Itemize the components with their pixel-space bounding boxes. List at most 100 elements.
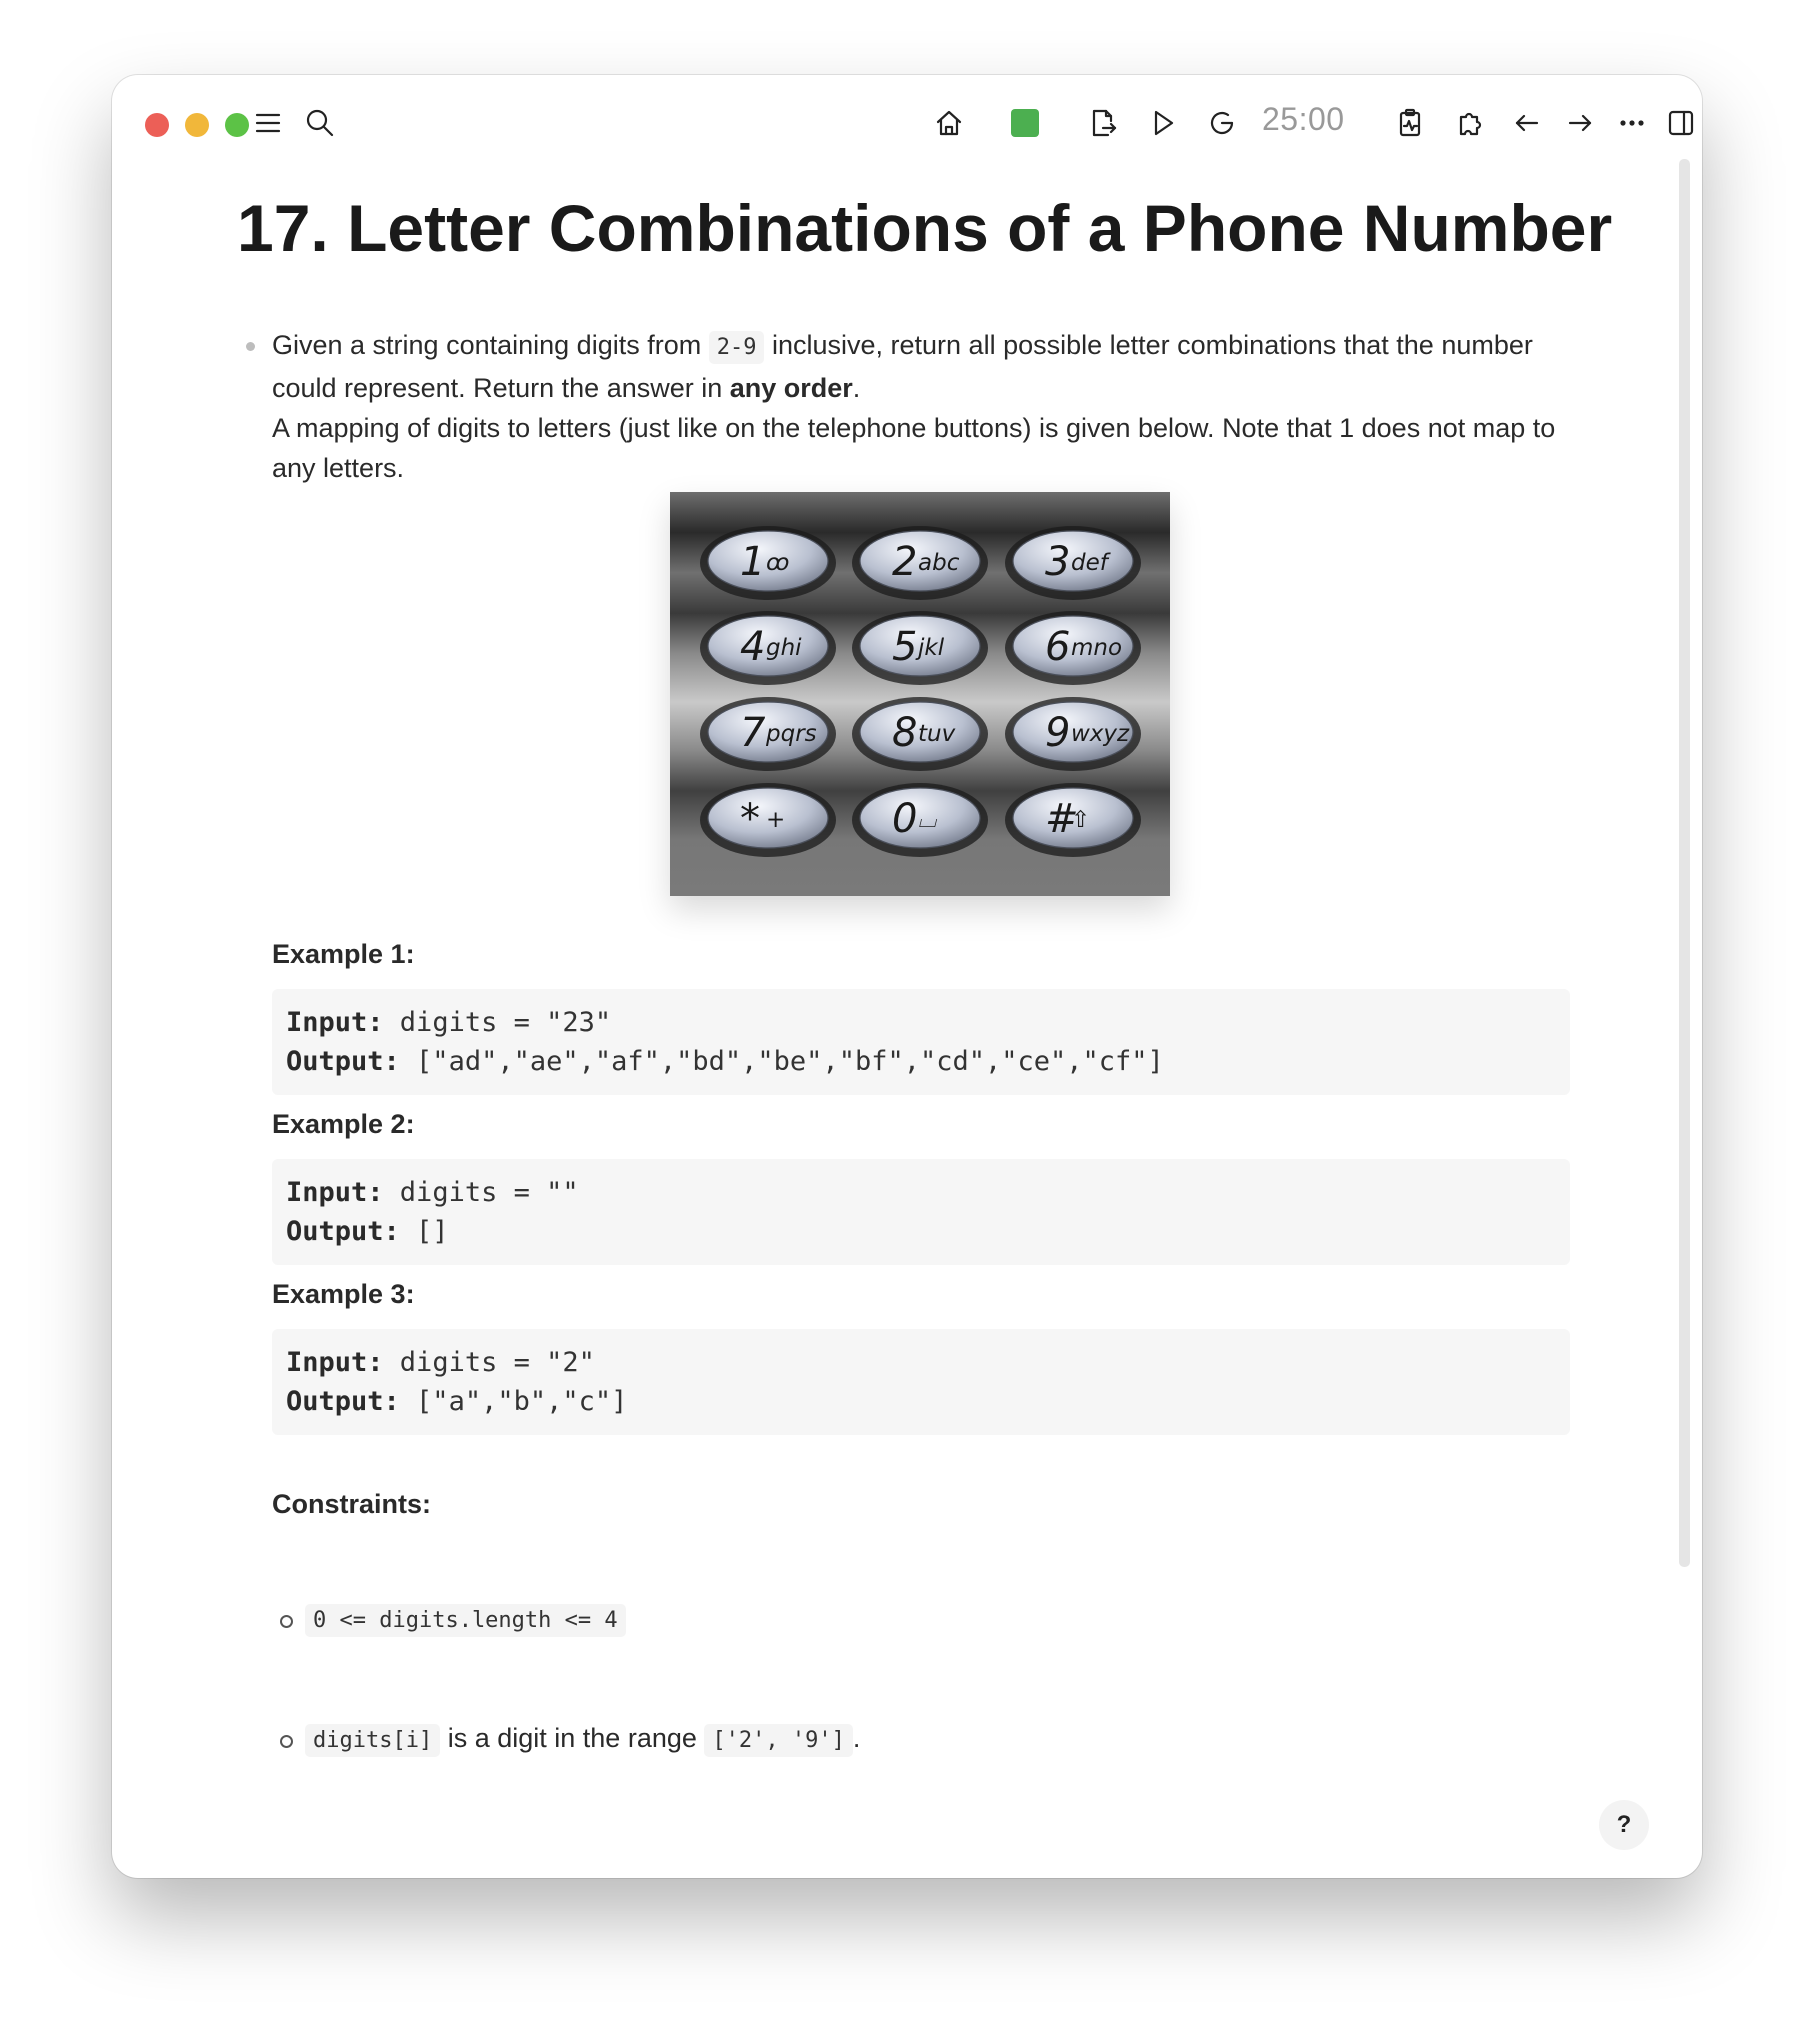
keypad-key-hash: #⇧ [1005,783,1141,857]
menu-icon[interactable] [248,103,288,143]
inline-code: 2-9 [708,331,765,364]
key-digit: 2 [892,539,917,585]
key-letters: def [1071,550,1111,576]
circle-bullet [280,1615,293,1628]
play-icon[interactable] [1143,103,1183,143]
example-2-output-line: Output: [] [286,1212,1556,1251]
example-3-output-line: Output: ["a","b","c"] [286,1382,1556,1421]
maximize-window-button[interactable] [225,113,249,137]
problem-description: Given a string containing digits from 2-… [272,325,1562,488]
home-icon[interactable] [929,103,969,143]
constraint-1: 0 <= digits.length <= 4 [305,1603,626,1637]
key-digit: 7 [740,710,766,756]
example-2-code: Input: digits = "" Output: [] [272,1159,1570,1265]
example-2-input-line: Input: digits = "" [286,1173,1556,1212]
close-window-button[interactable] [145,113,169,137]
desc-bold-text: any order [729,373,853,403]
constraint-1-code: 0 <= digits.length <= 4 [305,1604,626,1637]
example-1-output-line: Output: ["ad","ae","af","bd","be","bf","… [286,1042,1556,1081]
key-letters: ⌴ [918,807,938,833]
example-3-input-line: Input: digits = "2" [286,1343,1556,1382]
example-1-code: Input: digits = "23" Output: ["ad","ae",… [272,989,1570,1095]
input-label: Input: [286,1007,384,1038]
keypad-key-9: 9 wxyz [1005,697,1141,771]
page-title: 17. Letter Combinations of a Phone Numbe… [237,191,1613,265]
key-digit: 4 [740,624,765,670]
search-icon[interactable] [300,103,340,143]
input-value: digits = "" [383,1177,579,1208]
export-file-icon[interactable] [1082,103,1122,143]
example-1-label: Example 1: [272,939,415,969]
key-digit: 8 [892,710,917,756]
keypad-key-7: 7 pqrs [700,697,836,771]
bullet-dot [246,342,255,351]
keypad-key-0: 0 ⌴ [852,783,988,857]
output-value: ["a","b","c"] [399,1386,628,1417]
key-letters: abc [918,550,960,576]
status-square [1011,109,1039,137]
example-3-code: Input: digits = "2" Output: ["a","b","c"… [272,1329,1570,1435]
constraint-2-end: . [852,1723,861,1753]
constraint-2: digits[i] is a digit in the range ['2', … [305,1723,861,1757]
sidebar-toggle-icon[interactable] [1661,103,1701,143]
app-window: 25:00 17. Letter Combinations of a Phone… [112,75,1702,1878]
status-square-icon[interactable] [1005,103,1045,143]
desc-text: . [852,373,861,403]
constraints-label: Constraints: [272,1489,432,1519]
key-digit: 0 [892,796,917,842]
example-2-label: Example 2: [272,1109,415,1139]
key-letters: ꝏ [766,550,789,576]
key-digit: 1 [740,539,765,585]
key-letters: mno [1071,635,1122,661]
example-1-input-line: Input: digits = "23" [286,1003,1556,1042]
key-digit: * [740,796,760,842]
output-label: Output: [286,1216,400,1247]
example-3-label: Example 3: [272,1279,415,1309]
puzzle-icon[interactable] [1450,103,1490,143]
keypad-key-4: 4 ghi [700,611,836,685]
output-value: [] [399,1216,449,1247]
key-digit: 5 [892,624,917,670]
keypad-key-star: * + [700,783,836,857]
key-digit: 3 [1045,539,1070,585]
keypad-key-6: 6 mno [1005,611,1141,685]
output-value: ["ad","ae","af","bd","be","bf","cd","ce"… [399,1046,1164,1077]
constraint-2-code: digits[i] [305,1724,441,1757]
key-letters: ⇧ [1071,807,1090,833]
constraint-2-range-code: ['2', '9'] [704,1724,853,1757]
titlebar: 25:00 [112,75,1702,159]
circle-bullet [280,1735,293,1748]
forward-arrow-icon[interactable] [1560,103,1600,143]
minimize-window-button[interactable] [185,113,209,137]
keypad-key-1: 1ꝏ [700,526,836,600]
keypad-key-5: 5 jkl [852,611,988,685]
key-digit: 6 [1045,624,1070,670]
key-letters: jkl [915,635,945,661]
clipboard-activity-icon[interactable] [1390,103,1430,143]
back-arrow-icon[interactable] [1507,103,1547,143]
input-label: Input: [286,1177,384,1208]
output-label: Output: [286,1046,400,1077]
input-value: digits = "2" [383,1347,595,1378]
constraint-2-text: is a digit in the range [440,1723,705,1753]
input-value: digits = "23" [383,1007,612,1038]
more-options-icon[interactable] [1612,103,1652,143]
description-paragraph-1: Given a string containing digits from 2-… [272,325,1562,408]
key-letters: wxyz [1071,721,1130,747]
keypad-key-3: 3 def [1005,526,1141,600]
key-digit: 9 [1045,710,1070,756]
scrollbar[interactable] [1679,159,1690,1567]
refresh-icon[interactable] [1202,103,1242,143]
description-paragraph-2: A mapping of digits to letters (just lik… [272,413,1556,483]
output-label: Output: [286,1386,400,1417]
keypad-key-2: 2 abc [852,526,988,600]
timer-label[interactable]: 25:00 [1262,101,1345,138]
key-letters: ghi [766,635,802,661]
desc-text: Given a string containing digits from [272,330,709,360]
input-label: Input: [286,1347,384,1378]
help-button[interactable]: ? [1599,1800,1649,1850]
telephone-keypad-image: 1 ꝏ 2 abc 3 def4 ghi 5 jkl 6 mno7 pqrs 8 tuv 9 wxyz* +0 ⌴… [670,492,1170,896]
keypad-key-8: 8 tuv [852,697,988,771]
key-letters: tuv [918,721,956,747]
key-letters: pqrs [765,721,817,747]
